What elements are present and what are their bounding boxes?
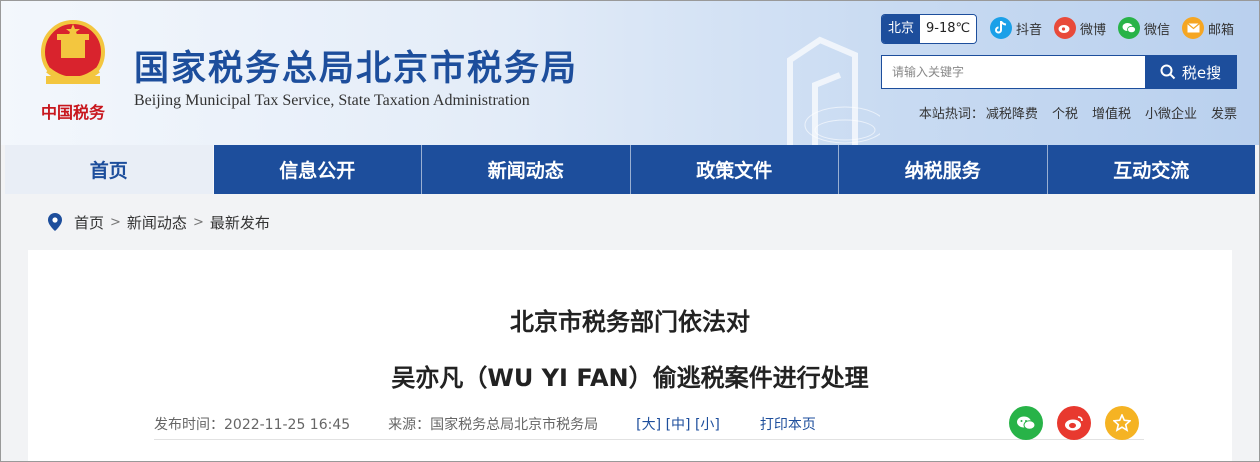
search-button[interactable]: 税e搜 (1145, 56, 1236, 88)
main-navigation: 首页 信息公开 新闻动态 政策文件 纳税服务 互动交流 (5, 145, 1255, 194)
print-page-link[interactable]: 打印本页 (760, 414, 816, 434)
location-pin-icon (48, 213, 62, 231)
mail-link[interactable]: 邮箱 (1182, 15, 1234, 41)
breadcrumb-separator: > (110, 214, 121, 230)
weibo-link[interactable]: 微博 (1054, 15, 1106, 41)
breadcrumb: 首页 > 新闻动态 > 最新发布 (48, 210, 270, 234)
hot-keyword[interactable]: 个税 (1052, 103, 1078, 122)
mail-label: 邮箱 (1208, 22, 1235, 38)
nav-item-news[interactable]: 新闻动态 (422, 145, 631, 194)
weather-city: 北京 (882, 15, 921, 43)
nav-item-tax-service[interactable]: 纳税服务 (839, 145, 1048, 194)
search-bar: 税e搜 (881, 55, 1237, 89)
nav-item-info-disclosure[interactable]: 信息公开 (214, 145, 422, 194)
article-source: 来源：国家税务总局北京市税务局 (388, 416, 599, 433)
search-button-label: 税e搜 (1181, 63, 1222, 82)
douyin-label: 抖音 (1016, 22, 1043, 38)
tax-emblem-logo: 中国税务 (28, 10, 118, 130)
site-title[interactable]: 国家税务总局北京市税务局 (134, 40, 578, 91)
search-icon (1160, 64, 1176, 80)
font-size-large[interactable]: [大] (636, 417, 661, 433)
favorite-star-icon (1113, 414, 1131, 432)
mail-icon (1182, 17, 1204, 39)
weather-temperature: 9-18℃ (920, 15, 977, 43)
hot-keyword[interactable]: 发票 (1211, 103, 1237, 122)
weibo-label: 微博 (1080, 22, 1107, 38)
nav-item-policy[interactable]: 政策文件 (631, 145, 839, 194)
wechat-icon (1118, 17, 1140, 39)
wechat-label: 微信 (1144, 22, 1171, 38)
douyin-icon (990, 17, 1012, 39)
tax-emblem-icon: 中国税务 (41, 20, 106, 122)
article-meta: 发布时间：2022-11-25 16:45 来源：国家税务总局北京市税务局 [大… (154, 408, 1144, 440)
font-size-small[interactable]: [小] (695, 417, 720, 433)
article-title-line1: 北京市税务部门依法对 (510, 308, 750, 336)
nav-item-home[interactable]: 首页 (5, 145, 214, 194)
font-size-switcher: [大] [中] [小] (636, 414, 720, 434)
hot-keyword[interactable]: 减税降费 (986, 103, 1038, 122)
article-title-line2: 吴亦凡（WU YI FAN）偷逃税案件进行处理 (391, 364, 869, 392)
hot-keyword[interactable]: 小微企业 (1145, 103, 1197, 122)
cctv-tower-illustration (787, 36, 880, 145)
hot-keywords-label: 本站热词： (918, 107, 984, 122)
weibo-share-button[interactable] (1057, 406, 1091, 440)
weibo-icon (1054, 17, 1076, 39)
hot-keyword[interactable]: 增值税 (1092, 103, 1131, 122)
breadcrumb-separator: > (192, 214, 204, 230)
breadcrumb-latest[interactable]: 最新发布 (210, 212, 270, 233)
font-size-medium[interactable]: [中] (666, 417, 691, 433)
wechat-share-icon (1017, 416, 1036, 430)
site-header: 中国税务 国家税务总局北京市税务局 Beijing Municipal Tax … (0, 0, 1260, 145)
breadcrumb-home[interactable]: 首页 (74, 212, 104, 233)
wechat-link[interactable]: 微信 (1118, 15, 1170, 41)
nav-item-interaction[interactable]: 互动交流 (1048, 145, 1256, 194)
search-input[interactable] (882, 56, 1145, 88)
article-panel: 北京市税务部门依法对 吴亦凡（WU YI FAN）偷逃税案件进行处理 发布时间：… (28, 250, 1232, 462)
site-subtitle: Beijing Municipal Tax Service, State Tax… (134, 92, 530, 109)
publish-time: 发布时间：2022-11-25 16:45 (154, 416, 351, 433)
breadcrumb-news[interactable]: 新闻动态 (127, 212, 187, 233)
hot-keywords: 本站热词： 减税降费 个税 增值税 小微企业 发票 (919, 103, 1237, 122)
favorite-share-button[interactable] (1105, 406, 1139, 440)
weather-widget: 北京 9-18℃ (882, 15, 977, 43)
wechat-share-button[interactable] (1009, 406, 1043, 440)
weibo-share-icon (1065, 416, 1083, 431)
douyin-link[interactable]: 抖音 (990, 15, 1042, 41)
emblem-caption: 中国税务 (41, 103, 106, 122)
